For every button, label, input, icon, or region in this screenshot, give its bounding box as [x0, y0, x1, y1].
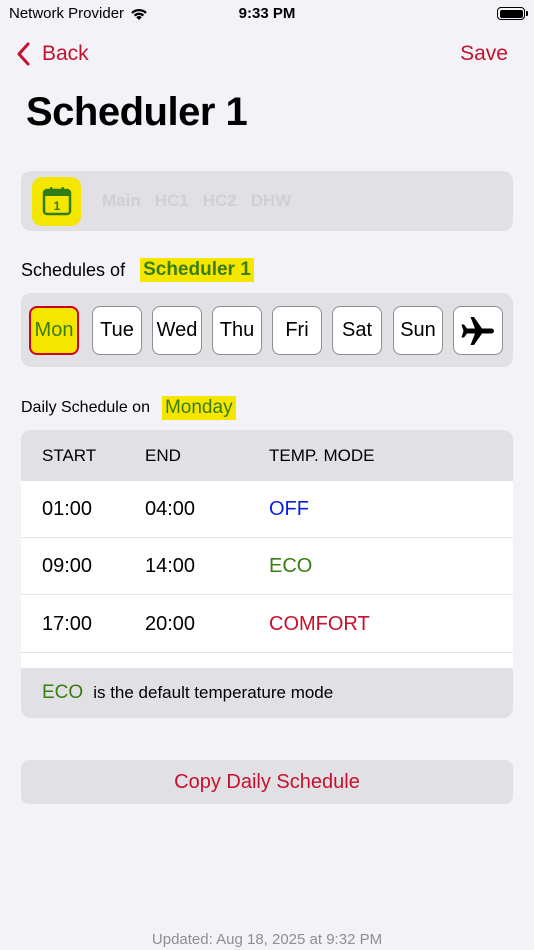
- circuit-dhw[interactable]: DHW: [251, 191, 292, 211]
- circuit-main[interactable]: Main: [102, 191, 141, 211]
- schedules-header: Schedules of Scheduler 1: [21, 258, 254, 282]
- day-button-sat[interactable]: Sat: [332, 306, 382, 355]
- circuit-selector: 1 Main HC1 HC2 DHW: [21, 171, 513, 231]
- vacation-button[interactable]: [453, 306, 503, 355]
- row-end: 20:00: [145, 613, 196, 635]
- scheduler-screen: Network Provider 9:33 PM Back Save Sched…: [0, 0, 534, 950]
- selected-day-badge: Monday: [161, 396, 236, 420]
- row-mode: COMFORT: [269, 613, 370, 635]
- day-button-wed[interactable]: Wed: [152, 306, 202, 355]
- daily-schedule-header: Daily Schedule on Monday: [21, 396, 236, 420]
- circuit-hc2[interactable]: HC2: [203, 191, 237, 211]
- day-button-sun[interactable]: Sun: [393, 306, 443, 355]
- row-mode: OFF: [269, 498, 309, 520]
- calendar-icon: 1: [42, 187, 71, 216]
- battery-cap: [526, 11, 528, 16]
- default-mode-value: ECO: [42, 682, 84, 703]
- daily-schedule-label: Daily Schedule on: [21, 399, 150, 416]
- table-row[interactable]: 01:00 04:00 OFF: [21, 481, 513, 538]
- day-selector: Mon Tue Wed Thu Fri Sat Sun: [21, 293, 513, 367]
- battery-level: [499, 9, 523, 18]
- schedules-label: Schedules of: [21, 259, 126, 280]
- updated-timestamp: Updated: Aug 18, 2025 at 9:32 PM: [151, 931, 383, 948]
- default-mode-text: is the default temperature mode: [93, 683, 334, 702]
- row-start: 01:00: [42, 498, 93, 520]
- circuit-hc1[interactable]: HC1: [155, 191, 189, 211]
- column-temp-mode: TEMP. MODE: [269, 446, 375, 465]
- battery-icon: [497, 7, 528, 20]
- table-row[interactable]: 17:00 20:00 COMFORT: [21, 596, 513, 653]
- day-button-thu[interactable]: Thu: [212, 306, 262, 355]
- status-bar: Network Provider 9:33 PM: [0, 0, 534, 30]
- chevron-left-icon: [17, 42, 30, 66]
- column-start: START: [42, 446, 97, 465]
- back-button[interactable]: Back: [16, 42, 89, 66]
- row-start: 17:00: [42, 613, 93, 635]
- airplane-icon: [461, 316, 494, 345]
- column-end: END: [145, 446, 181, 465]
- row-start: 09:00: [42, 555, 93, 577]
- scheduler-name-badge: Scheduler 1: [140, 258, 254, 282]
- copy-daily-schedule-button[interactable]: Copy Daily Schedule: [21, 760, 513, 804]
- calendar-button[interactable]: 1: [32, 176, 81, 226]
- page-title: Scheduler 1: [26, 90, 248, 134]
- circuit-items: Main HC1 HC2 DHW: [102, 191, 291, 211]
- save-button[interactable]: Save: [460, 42, 508, 66]
- row-end: 14:00: [145, 555, 196, 577]
- day-button-fri[interactable]: Fri: [272, 306, 322, 355]
- default-mode-footer: ECO is the default temperature mode: [21, 668, 513, 718]
- table-header: START END TEMP. MODE: [21, 430, 513, 481]
- day-button-tue[interactable]: Tue: [92, 306, 142, 355]
- schedule-table: START END TEMP. MODE 01:00 04:00 OFF 09:…: [21, 430, 513, 718]
- table-row[interactable]: 09:00 14:00 ECO: [21, 538, 513, 595]
- back-label: Back: [42, 42, 89, 65]
- row-end: 04:00: [145, 498, 196, 520]
- day-button-mon[interactable]: Mon: [29, 306, 79, 355]
- row-mode: ECO: [269, 555, 313, 577]
- calendar-number: 1: [53, 199, 60, 213]
- status-time: 9:33 PM: [238, 5, 296, 22]
